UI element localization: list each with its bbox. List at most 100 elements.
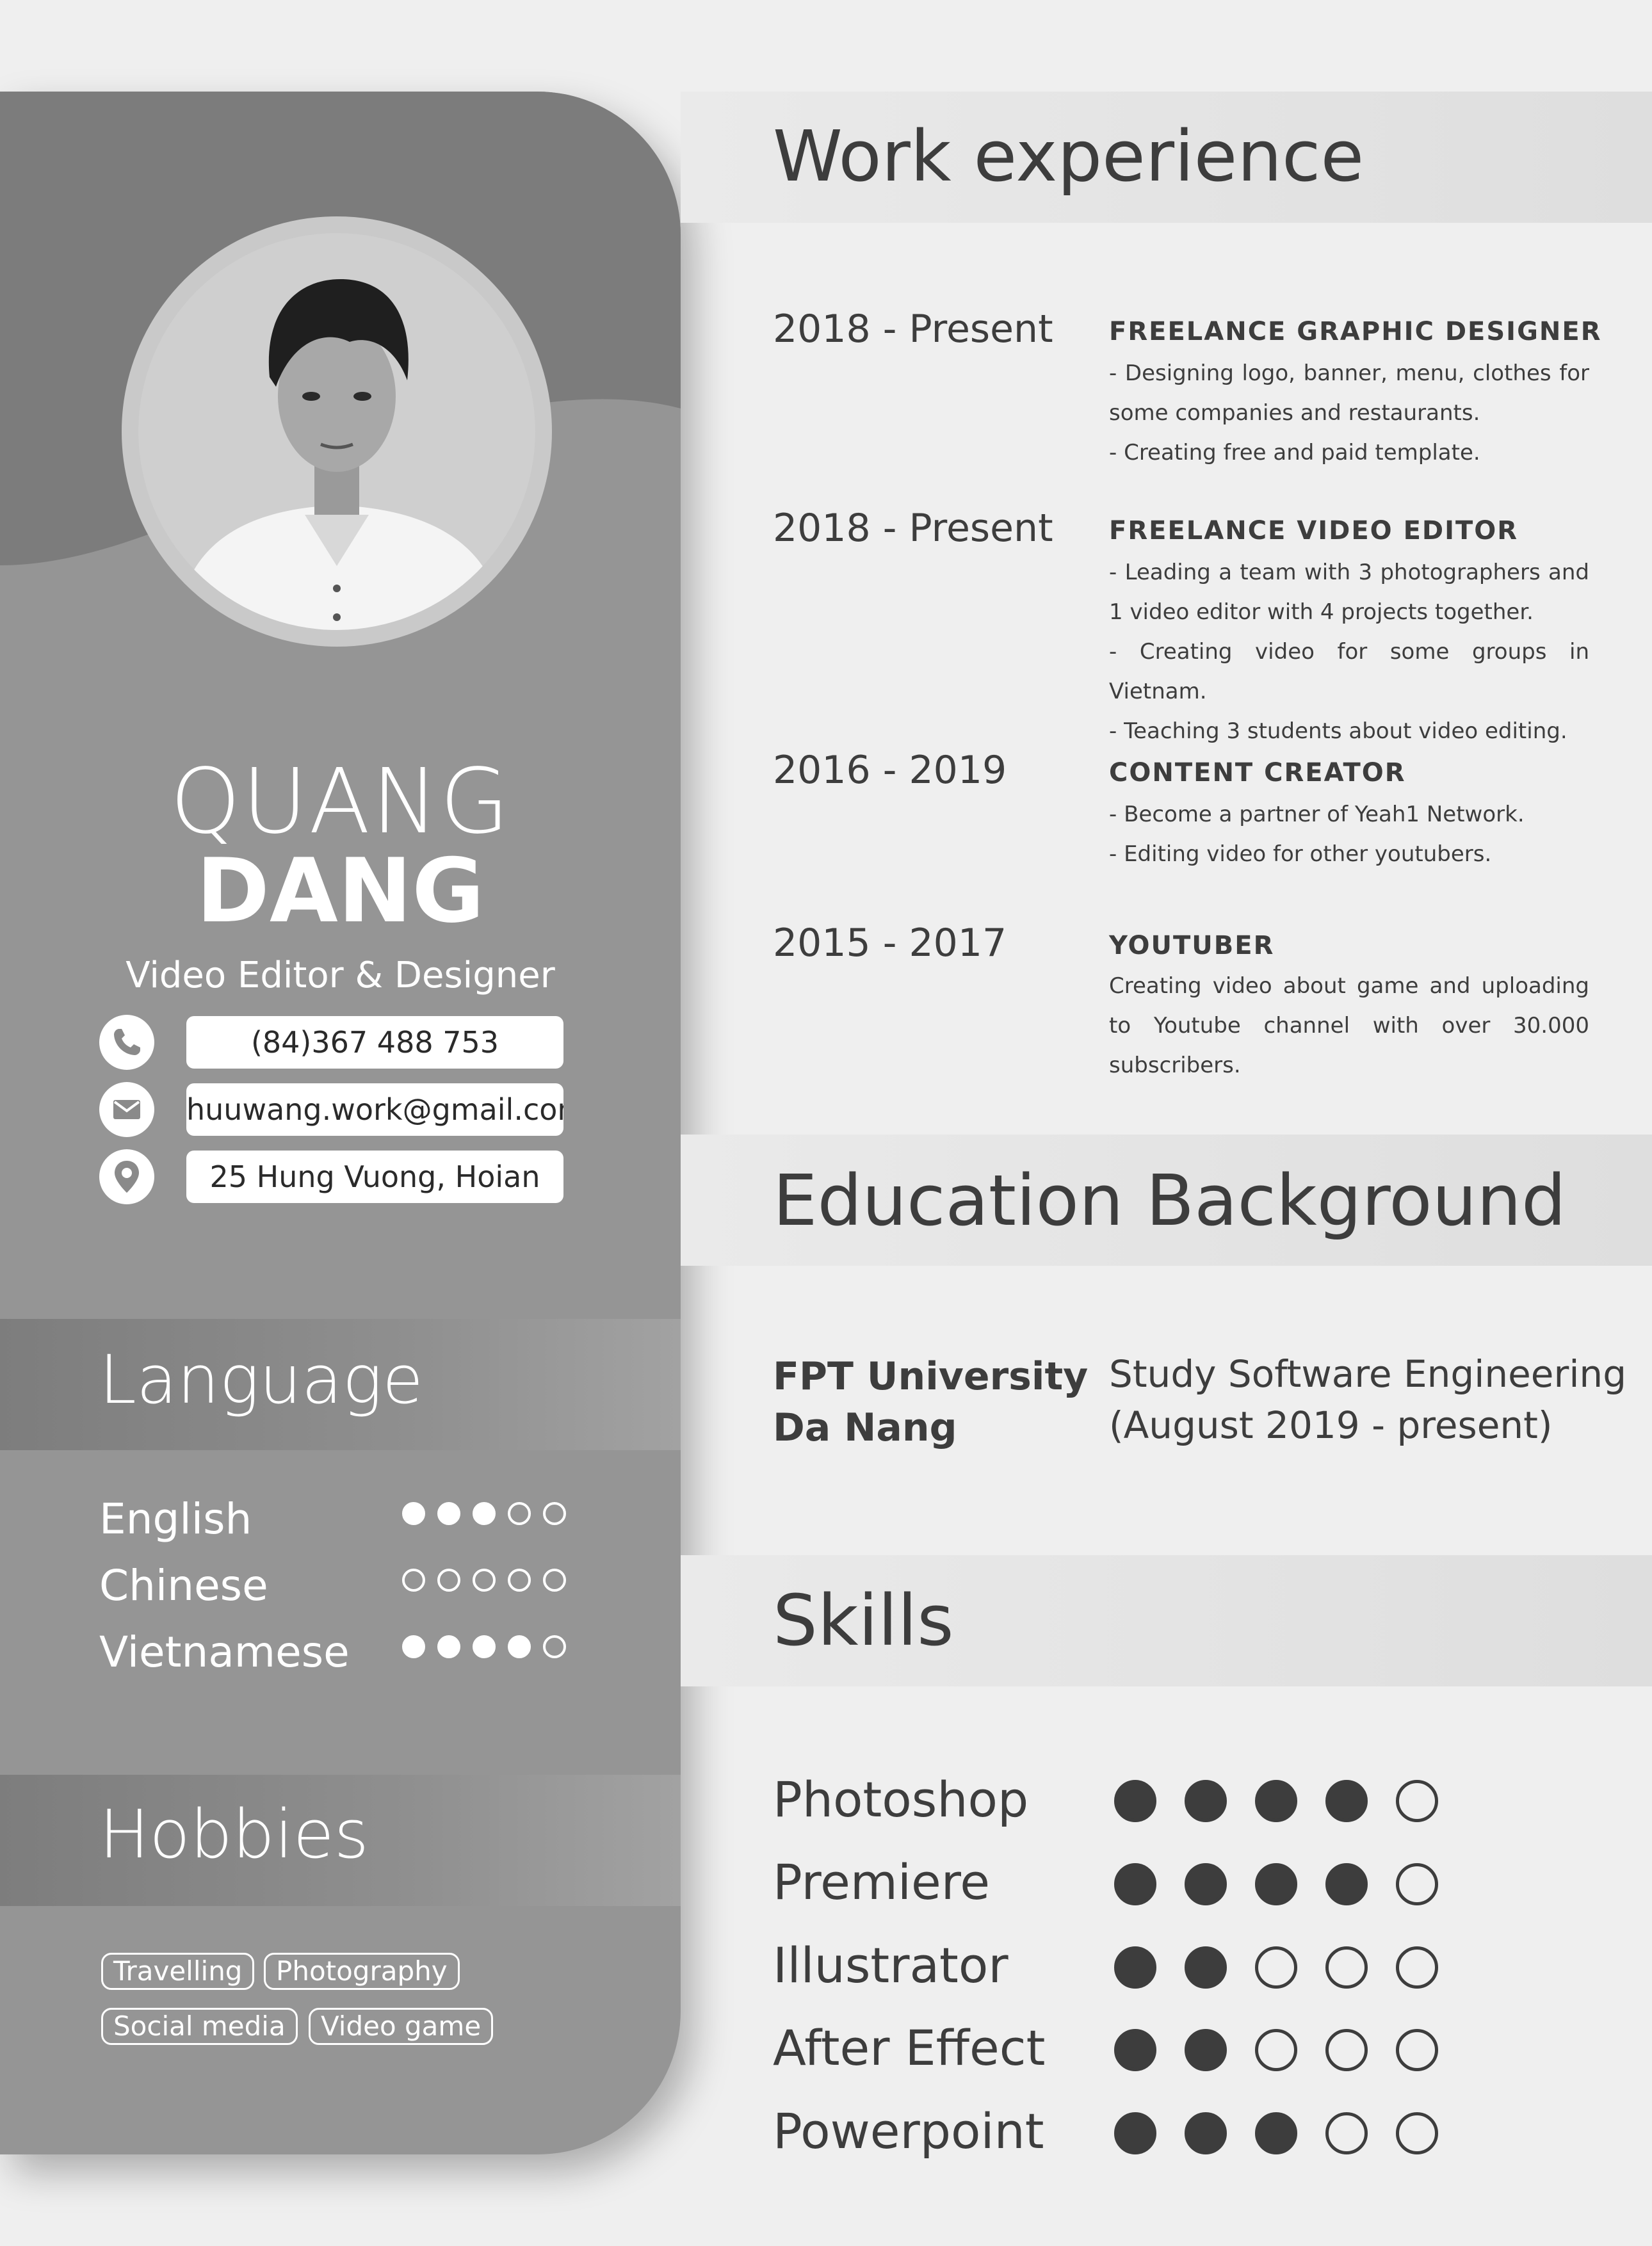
work-description: - Leading a team with 3 photographers an… <box>1109 553 1589 751</box>
job-title: Video Editor & Designer <box>126 955 555 996</box>
rating-dot-filled <box>473 1502 496 1525</box>
skill-dots <box>1114 2112 1438 2154</box>
rating-dot-empty <box>1255 1946 1297 1989</box>
location-pin-icon <box>99 1149 154 1204</box>
rating-dot-empty <box>543 1635 566 1658</box>
phone-value: (84)367 488 753 <box>186 1016 563 1069</box>
study-field: Study Software Engineering <box>1109 1352 1627 1396</box>
sidebar: QUANG DANG Video Editor & Designer (84)3… <box>0 92 681 2154</box>
hobby-tag: Video game <box>309 2008 494 2045</box>
work-description: - Become a partner of Yeah1 Network. - E… <box>1109 795 1589 874</box>
skill-dots <box>1114 1863 1438 1905</box>
rating-dot-empty <box>1325 2112 1368 2154</box>
rating-dot-filled <box>402 1502 425 1525</box>
language-name: Chinese <box>99 1561 268 1610</box>
rating-dot-empty <box>402 1569 425 1592</box>
skill-dots <box>1114 1780 1438 1822</box>
mail-icon <box>99 1082 154 1137</box>
rating-dot-filled <box>437 1635 460 1658</box>
education-detail: Study Software Engineering (August 2019 … <box>1109 1348 1626 1451</box>
work-title: CONTENT CREATOR <box>1109 758 1406 788</box>
rating-dot-empty <box>473 1569 496 1592</box>
work-line: - Creating video for some groups in Viet… <box>1109 639 1589 704</box>
last-name: DANG <box>196 839 485 942</box>
work-line: - Editing video for other youtubers. <box>1109 841 1492 867</box>
rating-dot-empty <box>543 1569 566 1592</box>
rating-dot-filled <box>1185 2029 1227 2071</box>
rating-dot-filled <box>1185 1780 1227 1822</box>
rating-dot-filled <box>1255 1863 1297 1905</box>
skill-dots <box>1114 1946 1438 1989</box>
rating-dot-filled <box>1114 1863 1156 1905</box>
email-value: huuwang.work@gmail.com <box>186 1083 563 1136</box>
work-date: 2016 - 2019 <box>773 748 1007 793</box>
work-line: Creating video about game and uploading … <box>1109 973 1589 1078</box>
skill-name: Photoshop <box>773 1771 1029 1828</box>
rating-dot-filled <box>473 1635 496 1658</box>
skills-heading: Skills <box>773 1579 954 1661</box>
rating-dot-filled <box>437 1502 460 1525</box>
work-line: - Teaching 3 students about video editin… <box>1109 718 1567 744</box>
hobbies-heading: Hobbies <box>99 1795 369 1873</box>
skill-name: After Effect <box>773 2019 1046 2076</box>
rating-dot-filled <box>1114 2029 1156 2071</box>
work-title: FREELANCE VIDEO EDITOR <box>1109 516 1519 545</box>
language-dots <box>402 1569 566 1592</box>
language-heading: Language <box>99 1341 424 1419</box>
rating-dot-empty <box>1255 2029 1297 2071</box>
rating-dot-empty <box>508 1502 531 1525</box>
skill-name: Illustrator <box>773 1937 1008 1994</box>
address-value: 25 Hung Vuong, Hoian <box>186 1151 563 1203</box>
rating-dot-empty <box>508 1569 531 1592</box>
skill-name: Premiere <box>773 1854 991 1911</box>
skill-name: Powerpoint <box>773 2103 1044 2160</box>
work-title: YOUTUBER <box>1109 931 1275 960</box>
skill-dots <box>1114 2029 1438 2071</box>
work-description: Creating video about game and uploading … <box>1109 966 1589 1085</box>
rating-dot-empty <box>1396 2112 1438 2154</box>
rating-dot-empty <box>1325 2029 1368 2071</box>
work-heading: Work experience <box>773 115 1365 197</box>
rating-dot-filled <box>1114 2112 1156 2154</box>
language-name: English <box>99 1494 252 1544</box>
rating-dot-empty <box>1396 2029 1438 2071</box>
rating-dot-filled <box>1325 1780 1368 1822</box>
rating-dot-filled <box>1185 1863 1227 1905</box>
language-dots <box>402 1635 566 1658</box>
work-date: 2015 - 2017 <box>773 921 1007 965</box>
rating-dot-filled <box>1114 1780 1156 1822</box>
work-line: - Become a partner of Yeah1 Network. <box>1109 802 1525 827</box>
rating-dot-filled <box>1185 1946 1227 1989</box>
rating-dot-filled <box>1255 2112 1297 2154</box>
work-date: 2018 - Present <box>773 506 1053 551</box>
rating-dot-empty <box>437 1569 460 1592</box>
study-period: (August 2019 - present) <box>1109 1403 1553 1447</box>
language-dots <box>402 1502 566 1525</box>
rating-dot-empty <box>543 1502 566 1525</box>
rating-dot-filled <box>508 1635 531 1658</box>
hobby-tag: Social media <box>101 2008 298 2045</box>
work-title: FREELANCE GRAPHIC DESIGNER <box>1109 317 1602 346</box>
language-name: Vietnamese <box>99 1628 350 1677</box>
rating-dot-filled <box>1325 1863 1368 1905</box>
rating-dot-empty <box>1325 1946 1368 1989</box>
school-city: Da Nang <box>773 1405 957 1450</box>
rating-dot-empty <box>1396 1780 1438 1822</box>
education-school: FPT University Da Nang <box>773 1351 1088 1453</box>
rating-dot-filled <box>402 1635 425 1658</box>
first-name: QUANG <box>170 750 511 854</box>
work-description: - Designing logo, banner, menu, clothes … <box>1109 353 1589 473</box>
work-line: - Leading a team with 3 photographers an… <box>1109 560 1589 625</box>
rating-dot-filled <box>1255 1780 1297 1822</box>
hobby-tag: Photography <box>264 1953 460 1990</box>
profile-photo <box>138 233 535 630</box>
work-line: - Designing logo, banner, menu, clothes … <box>1109 360 1589 426</box>
hobby-tag: Travelling <box>101 1953 255 1990</box>
school-name: FPT University <box>773 1354 1089 1399</box>
rating-dot-empty <box>1396 1946 1438 1989</box>
rating-dot-empty <box>1396 1863 1438 1905</box>
rating-dot-filled <box>1185 2112 1227 2154</box>
phone-icon <box>99 1015 154 1070</box>
avatar <box>122 216 552 647</box>
rating-dot-filled <box>1114 1946 1156 1989</box>
